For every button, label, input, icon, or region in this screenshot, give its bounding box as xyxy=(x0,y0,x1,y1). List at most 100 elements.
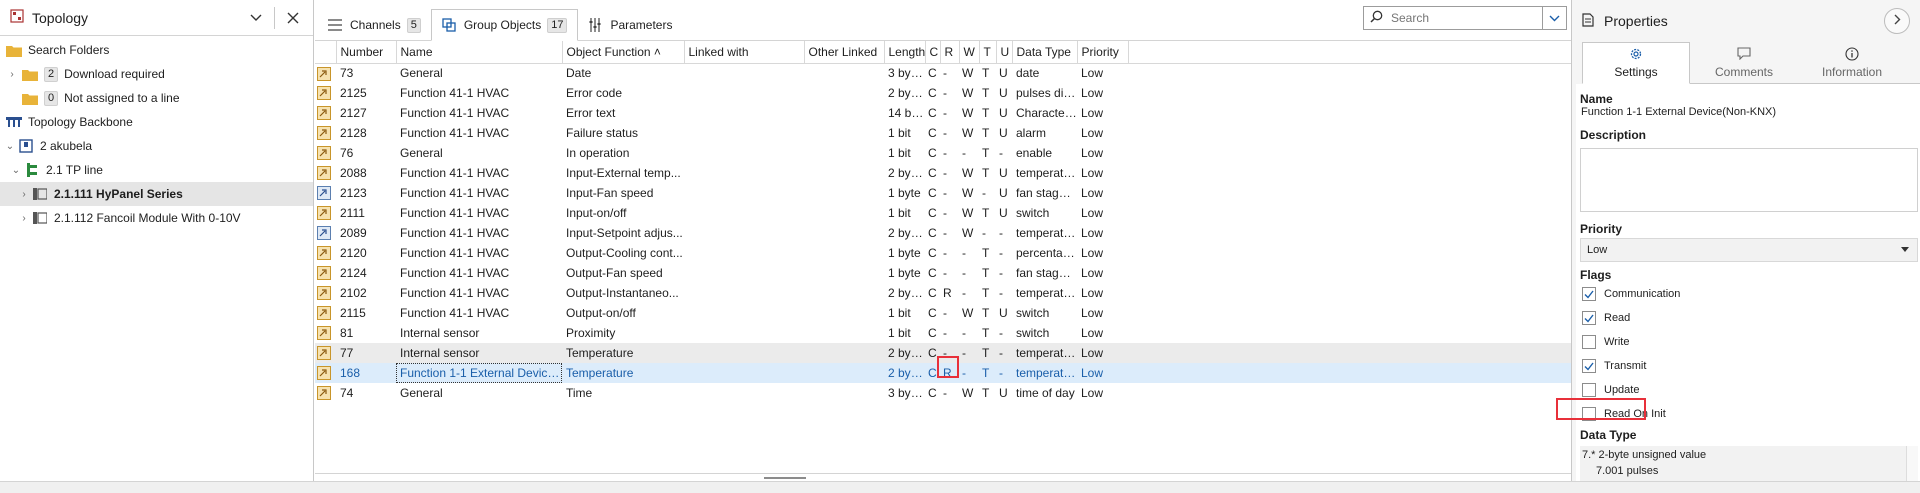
cell-data-type: Character... xyxy=(1016,106,1077,120)
table-row[interactable]: 2111 Function 41-1 HVAC Input-on/off 1 bit C… xyxy=(315,203,1571,223)
column-header-number[interactable]: Number xyxy=(336,41,397,64)
cell-other-linked xyxy=(804,163,884,183)
tab-group-objects[interactable]: Group Objects 17 xyxy=(430,9,579,41)
splitter-grip[interactable] xyxy=(764,477,806,479)
table-row[interactable]: 2089 Function 41-1 HVAC Input-Setpoint adj… xyxy=(315,223,1571,243)
column-header-length[interactable]: Length xyxy=(884,41,926,64)
flag-write[interactable]: Write xyxy=(1580,330,1920,354)
column-header-name[interactable]: Name xyxy=(396,41,563,64)
checkbox[interactable] xyxy=(1582,311,1596,325)
tree-item-area-akubela[interactable]: ⌄ 2 akubela xyxy=(0,134,313,158)
cell-object-function: Temperature xyxy=(562,343,684,363)
cell-flag-u: - xyxy=(999,326,1003,340)
flag-update[interactable]: Update xyxy=(1580,378,1920,402)
chevron-right-icon[interactable]: › xyxy=(18,189,30,200)
datatype-sub: 7.001 pulses xyxy=(1596,465,1659,477)
checkbox[interactable] xyxy=(1582,335,1596,349)
cell-linked-with xyxy=(684,63,804,83)
group-object-icon xyxy=(317,106,331,121)
column-header-linked-with[interactable]: Linked with xyxy=(684,41,805,64)
tree-item-fancoil-module[interactable]: › 2.1.112 Fancoil Module With 0-10V xyxy=(0,206,313,230)
checkbox[interactable] xyxy=(1582,383,1596,397)
table-row[interactable]: 2125 Function 41-1 HVAC Error code 2 bytes C… xyxy=(315,83,1571,103)
tab-comments[interactable]: Comments xyxy=(1690,42,1798,83)
table-row[interactable]: 76 General In operation 1 bit C - - T - enable Low xyxy=(315,143,1571,163)
close-icon[interactable] xyxy=(281,6,305,30)
cell-linked-with xyxy=(684,323,804,343)
cell-other-linked xyxy=(804,323,884,343)
table-row[interactable]: 2115 Function 41-1 HVAC Output-on/off 1 bit… xyxy=(315,303,1571,323)
collapse-panel-button[interactable] xyxy=(1884,8,1910,34)
cell-filler xyxy=(1128,183,1571,203)
chevron-down-icon[interactable]: ⌄ xyxy=(10,165,22,176)
priority-select[interactable]: Low xyxy=(1580,238,1918,262)
tab-information[interactable]: Information xyxy=(1798,42,1906,83)
column-header-object-function[interactable]: Object Function ˄ xyxy=(562,41,685,64)
column-header-u[interactable]: U xyxy=(996,41,1013,64)
checkbox[interactable] xyxy=(1582,359,1596,373)
cell-number: 77 xyxy=(336,343,396,363)
column-header-t[interactable]: T xyxy=(979,41,997,64)
search-options-button[interactable] xyxy=(1543,6,1567,30)
name-value[interactable]: Function 1-1 External Device(Non-KNX) xyxy=(1580,106,1920,126)
chevron-right-icon[interactable]: › xyxy=(6,69,18,80)
column-header-c[interactable]: C xyxy=(925,41,941,64)
column-header-data-type[interactable]: Data Type xyxy=(1012,41,1078,64)
table-row[interactable]: 2088 Function 41-1 HVAC Input-External tem… xyxy=(315,163,1571,183)
table-row[interactable]: 2120 Function 41-1 HVAC Output-Cooling con… xyxy=(315,243,1571,263)
topology-panel: Topology Search Folders › 2 Download req… xyxy=(0,0,314,481)
topology-tree: Search Folders › 2 Download required 0 N… xyxy=(0,36,313,230)
backbone-icon xyxy=(6,115,22,129)
cell-name: Function 41-1 HVAC xyxy=(400,186,510,200)
table-row[interactable]: 2123 Function 41-1 HVAC Input-Fan speed 1 b… xyxy=(315,183,1571,203)
tree-item-search-folders[interactable]: Search Folders xyxy=(0,38,313,62)
table-row[interactable]: 74 General Time 3 bytes C - W T Utime of day Low xyxy=(315,383,1571,403)
description-field[interactable] xyxy=(1580,148,1918,212)
cell-flag-w: W xyxy=(962,386,974,400)
table-row[interactable]: 2128 Function 41-1 HVAC Failure status 1 bi… xyxy=(315,123,1571,143)
tree-item-tp-line[interactable]: ⌄ 2.1 TP line xyxy=(0,158,313,182)
column-header-w[interactable]: W xyxy=(959,41,980,64)
column-header-other-linked[interactable]: Other Linked xyxy=(804,41,885,64)
table-row[interactable]: 2127 Function 41-1 HVAC Error text 14 bytes… xyxy=(315,103,1571,123)
tree-item-topology-backbone[interactable]: Topology Backbone xyxy=(0,110,313,134)
table-row[interactable]: 77 Internal sensor Temperature 2 bytes C - - T -… xyxy=(315,343,1571,363)
tree-item-download-required[interactable]: › 2 Download required xyxy=(0,62,313,86)
group-object-icon xyxy=(317,186,331,201)
table-row[interactable]: 81 Internal sensor Proximity 1 bit C - - T - swit… xyxy=(315,323,1571,343)
search-box[interactable] xyxy=(1363,6,1543,30)
tree-item-hypanel-series[interactable]: › 2.1.111 HyPanel Series xyxy=(0,182,313,206)
chevron-down-icon[interactable] xyxy=(244,6,268,30)
flag-transmit[interactable]: Transmit xyxy=(1580,354,1920,378)
column-header-r[interactable]: R xyxy=(940,41,960,64)
cell-flag-r: R xyxy=(940,363,959,383)
tree-item-label: Download required xyxy=(64,67,165,81)
tab-channels[interactable]: Channels 5 xyxy=(318,9,431,41)
tab-parameters[interactable]: Parameters xyxy=(578,9,682,41)
cell-priority: Low xyxy=(1077,363,1128,383)
group-object-icon-cell xyxy=(315,183,336,203)
cell-object-function: Output-Fan speed xyxy=(566,266,663,280)
flag-communication[interactable]: Communication xyxy=(1580,282,1920,306)
column-header-priority[interactable]: Priority xyxy=(1077,41,1129,64)
checkmark-icon xyxy=(1584,314,1594,323)
table-row[interactable]: 168 Function 1-1 External Device(... Tempe… xyxy=(315,363,1571,383)
dropdown-arrow-icon xyxy=(1901,247,1909,252)
table-row[interactable]: 2102 Function 41-1 HVAC Output-Instantaneo… xyxy=(315,283,1571,303)
chevron-down-icon[interactable]: ⌄ xyxy=(4,141,16,152)
chevron-right-icon[interactable]: › xyxy=(18,213,30,224)
cell-flag-r: - xyxy=(943,126,947,140)
search-input[interactable] xyxy=(1391,11,1531,25)
datatype-scrollbar[interactable] xyxy=(1906,446,1918,482)
checkbox[interactable] xyxy=(1582,407,1596,421)
table-row[interactable]: 73 General Date 3 bytes C - W T Udate Low xyxy=(315,63,1571,83)
group-object-icon-cell xyxy=(315,83,336,103)
datatype-list[interactable]: 7.* 2-byte unsigned value 7.001 pulses xyxy=(1580,446,1918,482)
flag-read[interactable]: Read xyxy=(1580,306,1920,330)
table-row[interactable]: 2124 Function 41-1 HVAC Output-Fan speed 1 … xyxy=(315,263,1571,283)
cell-object-function: Proximity xyxy=(566,326,616,340)
tree-item-not-assigned[interactable]: 0 Not assigned to a line xyxy=(0,86,313,110)
tab-settings[interactable]: Settings xyxy=(1582,42,1690,84)
flag-read-on-init[interactable]: Read On Init xyxy=(1580,402,1920,426)
checkbox[interactable] xyxy=(1582,287,1596,301)
